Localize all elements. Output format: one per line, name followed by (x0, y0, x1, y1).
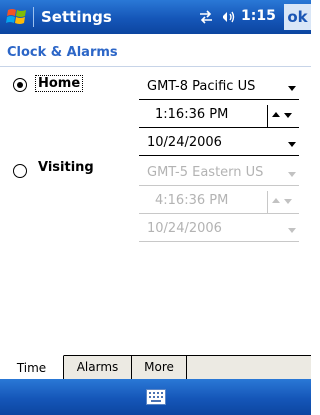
visiting-date-select[interactable]: 10/24/2006 (139, 217, 299, 242)
home-timezone-value: GMT-8 Pacific US (147, 79, 256, 94)
menu-bar (0, 379, 311, 415)
visiting-timezone-value: GMT-5 Eastern US (147, 165, 264, 180)
title-divider (0, 66, 311, 67)
ok-button[interactable]: ok (284, 4, 311, 30)
spin-down-icon[interactable] (284, 199, 292, 204)
volume-icon[interactable] (219, 8, 237, 26)
page-title: Clock & Alarms (7, 45, 118, 60)
home-date-value: 10/24/2006 (147, 135, 222, 150)
visiting-radio[interactable] (13, 164, 27, 178)
keyboard-icon[interactable] (146, 389, 166, 405)
chevron-down-icon (288, 142, 296, 147)
home-date-select[interactable]: 10/24/2006 (139, 131, 299, 156)
visiting-time-field[interactable]: 4:16:36 PM (139, 189, 299, 214)
chevron-down-icon (288, 228, 296, 233)
home-time-field[interactable]: 1:16:36 PM (139, 103, 299, 128)
title-bar: Settings 1:15 ok (0, 0, 311, 34)
spin-down-icon[interactable] (284, 113, 292, 118)
title-separator (33, 7, 34, 27)
home-radio-label[interactable]: Home (34, 75, 84, 92)
window-title: Settings (41, 8, 112, 26)
spin-separator (267, 191, 268, 213)
chevron-down-icon (288, 172, 296, 177)
spin-up-icon[interactable] (272, 112, 280, 117)
visiting-date-value: 10/24/2006 (147, 221, 222, 236)
home-time-value: 1:16:36 PM (155, 107, 229, 122)
chevron-down-icon (288, 86, 296, 91)
tab-alarms[interactable]: Alarms (64, 355, 132, 379)
home-label-text: Home (34, 75, 84, 92)
tab-bar: Time Alarms More (0, 355, 311, 380)
home-timezone-select[interactable]: GMT-8 Pacific US (139, 75, 299, 100)
clock-readout[interactable]: 1:15 (241, 8, 276, 24)
tab-time[interactable]: Time (0, 355, 64, 379)
spin-separator (267, 105, 268, 127)
home-radio[interactable] (13, 78, 27, 92)
visiting-time-value: 4:16:36 PM (155, 193, 229, 208)
spin-up-icon[interactable] (272, 198, 280, 203)
visiting-timezone-select[interactable]: GMT-5 Eastern US (139, 161, 299, 186)
windows-flag-icon[interactable] (6, 6, 28, 28)
visiting-radio-label[interactable]: Visiting (38, 160, 94, 175)
connectivity-icon[interactable] (197, 8, 215, 26)
tab-more[interactable]: More (132, 355, 187, 379)
